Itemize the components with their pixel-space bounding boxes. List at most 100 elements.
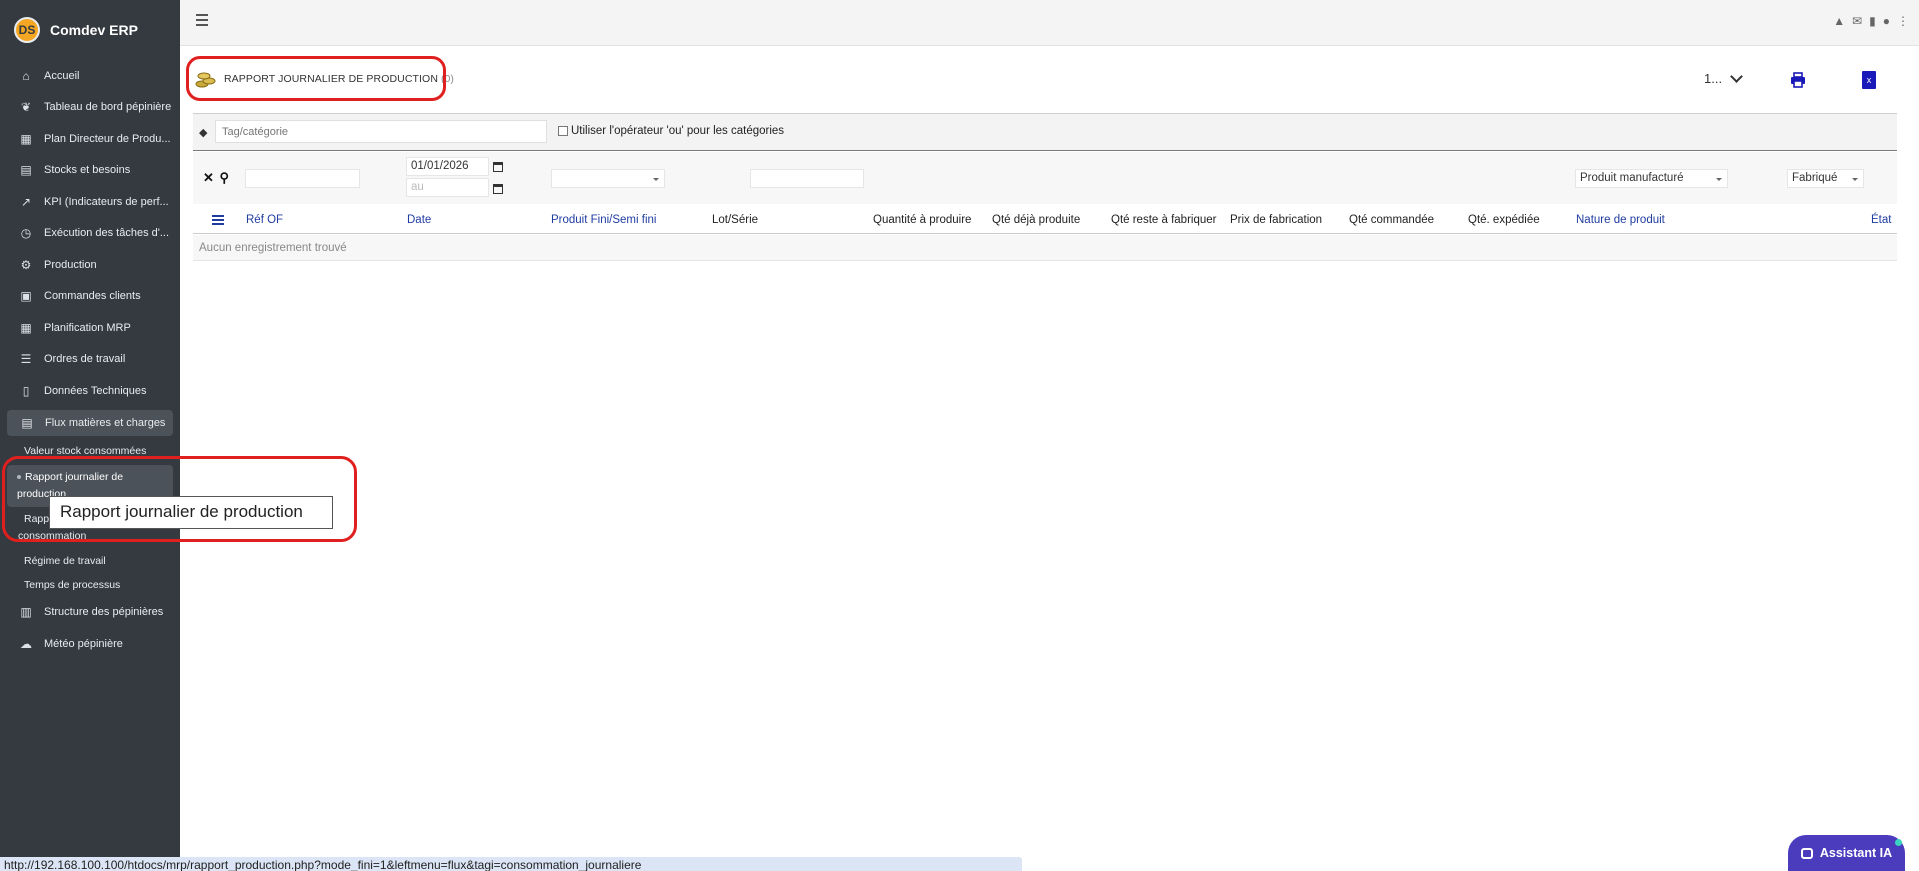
nature-filter-select[interactable]: Produit manufacturé xyxy=(1575,169,1728,188)
sidebar-item-kpi[interactable]: ↗ KPI (Indicateurs de perf... xyxy=(0,186,180,218)
sidebar-item-structure[interactable]: ▥ Structure des pépinières xyxy=(0,597,180,629)
brand-logo: DS xyxy=(14,17,40,43)
sidebar-item-mrp[interactable]: ▦ Planification MRP xyxy=(0,312,180,344)
brand[interactable]: DS Comdev ERP xyxy=(0,0,180,60)
caret-down-icon xyxy=(1852,178,1858,181)
caret-down-icon xyxy=(1716,178,1722,181)
sidebar-subitem-regime[interactable]: Régime de travail xyxy=(0,549,180,573)
gears-icon: ⚙ xyxy=(20,257,32,272)
sidebar-item-ordres[interactable]: ☰ Ordres de travail xyxy=(0,344,180,376)
list-columns-icon[interactable] xyxy=(212,215,224,225)
notification-icon[interactable]: ▲ xyxy=(1833,14,1845,28)
leaf-icon: ❦ xyxy=(20,100,32,115)
sidebar-item-tableau-de-bord[interactable]: ❦ Tableau de bord pépinière xyxy=(0,92,180,124)
sidebar-menu: ⌂ Accueil ❦ Tableau de bord pépinière ▦ Pla… xyxy=(0,60,180,436)
sidebar-item-stocks[interactable]: ▤ Stocks et besoins xyxy=(0,155,180,187)
chart-line-icon: ↗ xyxy=(20,194,32,209)
document-icon: ▯ xyxy=(22,383,30,398)
sidebar-item-label: Production xyxy=(44,258,97,271)
or-operator-checkbox[interactable] xyxy=(558,126,568,136)
etat-filter-value: Fabriqué xyxy=(1792,172,1838,184)
column-qte-expediee: Qté. expédiée xyxy=(1468,214,1540,226)
hamburger-menu-icon[interactable] xyxy=(196,14,208,26)
page-selector-value: 1... xyxy=(1704,71,1723,86)
sidebar-item-label: Stocks et besoins xyxy=(44,164,131,177)
sidebar-item-label: Planification MRP xyxy=(44,321,131,334)
chat-icon[interactable]: ✉ xyxy=(1852,14,1862,28)
sidebar-item-production[interactable]: ⚙ Production xyxy=(0,249,180,281)
kebab-menu-icon[interactable]: ⋮ xyxy=(1897,14,1909,28)
clock-icon: ◷ xyxy=(20,226,32,241)
chevron-down-icon xyxy=(1730,69,1743,83)
sidebar-item-execution[interactable]: ◷ Exécution des tâches d'... xyxy=(0,218,180,250)
cloud-sun-icon: ☁ xyxy=(20,636,32,651)
sidebar-item-meteo[interactable]: ☁ Météo pépinière xyxy=(0,628,180,660)
lot-filter-input[interactable] xyxy=(750,169,864,188)
or-operator-option[interactable]: Utiliser l'opérateur 'ou' pour les catég… xyxy=(558,125,784,137)
sidebar-tooltip: Rapport journalier de production xyxy=(49,496,333,529)
nature-filter-value: Produit manufacturé xyxy=(1580,172,1684,184)
topbar: ▲ ✉ ▮ ● ⋮ xyxy=(180,0,1919,46)
user-avatar-icon[interactable]: ● xyxy=(1883,14,1890,28)
column-qte-deja-produite: Qté déjà produite xyxy=(992,214,1081,226)
page-selector[interactable]: 1... xyxy=(1704,69,1743,86)
sidebar-item-label: Tableau de bord pépinière xyxy=(44,101,172,114)
sidebar-item-label: Commandes clients xyxy=(44,290,141,303)
product-filter-select[interactable] xyxy=(551,169,665,188)
home-icon: ⌂ xyxy=(22,68,30,83)
sidebar-subitem-temps[interactable]: Temps de processus xyxy=(0,573,180,597)
caret-down-icon xyxy=(653,178,659,181)
calendar-icon[interactable] xyxy=(493,184,503,194)
column-lot: Lot/Série xyxy=(712,214,759,226)
date-from-input[interactable]: 01/01/2026 xyxy=(406,157,489,176)
sidebar-item-label: Accueil xyxy=(44,69,80,82)
column-ref-of[interactable]: Réf OF xyxy=(246,214,283,226)
search-icon[interactable]: ⚲ xyxy=(220,170,230,185)
sidebar-item-donnees[interactable]: ▯ Données Techniques xyxy=(0,375,180,407)
calendar-icon[interactable] xyxy=(493,162,503,172)
date-to-input[interactable]: au xyxy=(406,178,489,197)
status-url: http://192.168.100.100/htdocs/mrp/rappor… xyxy=(0,857,1022,871)
sidebar-item-accueil[interactable]: ⌂ Accueil xyxy=(0,60,180,92)
column-date[interactable]: Date xyxy=(407,214,431,226)
print-icon[interactable] xyxy=(1790,72,1806,88)
etat-filter-select[interactable]: Fabriqué xyxy=(1787,169,1864,188)
sidebar-item-label: KPI (Indicateurs de perf... xyxy=(44,195,169,208)
sidebar-item-flux[interactable]: ▤ Flux matières et charges xyxy=(7,409,173,436)
column-prix-fabrication: Prix de fabrication xyxy=(1230,214,1323,226)
top-icons: ▲ ✉ ▮ ● ⋮ xyxy=(1833,14,1909,28)
sidebar-item-label: Données Techniques xyxy=(44,384,147,397)
ref-of-filter-input[interactable] xyxy=(245,169,360,188)
sidebar-menu-after: ▥ Structure des pépinières ☁ Météo pépiniè… xyxy=(0,597,180,660)
boxes-icon: ▤ xyxy=(21,415,33,430)
assistant-ia-button[interactable]: Assistant IA xyxy=(1788,835,1905,871)
sidebar-item-commandes[interactable]: ▣ Commandes clients xyxy=(0,281,180,313)
boxes-icon: ▤ xyxy=(20,163,32,178)
column-etat[interactable]: État xyxy=(1871,214,1891,226)
column-quantite-a-produire: Quantité à produire xyxy=(873,214,972,226)
brand-name: Comdev ERP xyxy=(50,22,138,38)
sidebar-item-label: Ordres de travail xyxy=(44,353,126,366)
or-operator-label: Utiliser l'opérateur 'ou' pour les catég… xyxy=(571,125,785,137)
calendar-icon: ▦ xyxy=(20,320,32,335)
tag-category-input[interactable] xyxy=(215,120,547,143)
column-produit[interactable]: Produit Fini/Semi fini xyxy=(551,214,656,226)
export-excel-icon[interactable]: x xyxy=(1862,71,1876,89)
column-qte-commandee: Qté commandée xyxy=(1349,214,1435,226)
assistant-label: Assistant IA xyxy=(1819,846,1893,860)
robot-icon xyxy=(1800,847,1813,859)
table-header: Réf OF Date Produit Fini/Semi fini Lot/S… xyxy=(193,207,1897,234)
building-icon: ▥ xyxy=(20,605,32,620)
clear-filter-icon[interactable]: ✕ xyxy=(203,170,214,185)
column-nature-produit[interactable]: Nature de produit xyxy=(1576,214,1665,226)
file-icon: ▣ xyxy=(20,289,32,304)
sidebar-item-label: Plan Directeur de Produ... xyxy=(44,132,171,145)
tag-filter-bar: ◆ Utiliser l'opérateur 'ou' pour les cat… xyxy=(193,113,1897,151)
calendar-icon: ▦ xyxy=(20,131,32,146)
sidebar-item-plan-directeur[interactable]: ▦ Plan Directeur de Produ... xyxy=(0,123,180,155)
sidebar-item-label: Flux matières et charges xyxy=(45,416,166,429)
sidebar-item-label: Météo pépinière xyxy=(44,637,123,650)
sidebar-item-label: Structure des pépinières xyxy=(44,606,164,619)
online-indicator xyxy=(1895,839,1902,846)
clipboard-icon[interactable]: ▮ xyxy=(1869,14,1876,28)
